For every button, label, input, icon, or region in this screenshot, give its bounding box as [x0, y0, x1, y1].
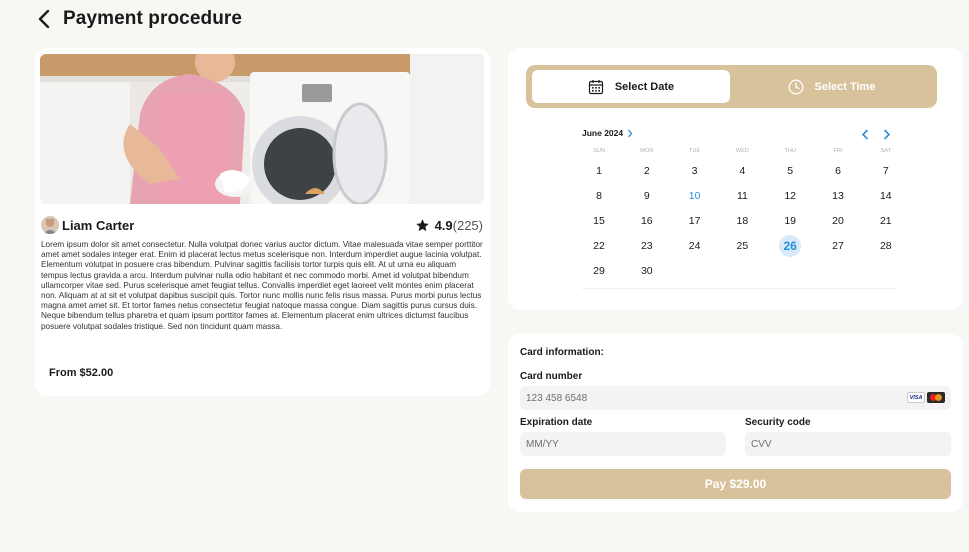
visa-icon: VISA — [907, 392, 925, 403]
calendar-day[interactable]: 6 — [827, 160, 849, 182]
card-number-input[interactable] — [526, 392, 951, 404]
calendar-day[interactable]: 19 — [779, 210, 801, 232]
previous-month-button[interactable] — [860, 129, 870, 140]
page-header: Payment procedure — [38, 8, 242, 30]
month-label[interactable]: June 2024 — [582, 128, 633, 138]
service-description: Lorem ipsum dolor sit amet consectetur. … — [41, 240, 483, 331]
expiration-date-input[interactable] — [526, 438, 726, 450]
service-listing-card: Liam Carter 4.9 (225) Lorem ipsum dolor … — [35, 48, 490, 396]
card-information-title: Card information: — [520, 347, 604, 358]
provider-rating: 4.9 (225) — [415, 218, 483, 233]
calendar-day[interactable]: 9 — [636, 185, 658, 207]
clock-icon — [788, 79, 803, 94]
weekday-header: SUN MON TUE WED THU FRI SAT — [582, 148, 896, 156]
calendar-day[interactable]: 5 — [779, 160, 801, 182]
weekday-label: SAT — [880, 148, 892, 154]
service-price: From $52.00 — [49, 367, 114, 379]
tab-select-time[interactable]: Select Time — [732, 70, 931, 103]
weekday-label: THU — [784, 148, 796, 154]
tab-select-date-label: Select Date — [614, 80, 675, 93]
provider-name: Liam Carter — [62, 217, 135, 233]
calendar-day[interactable]: 23 — [636, 235, 658, 257]
weekday-label: MON — [640, 148, 654, 154]
date-time-toggle: Select Date Select Time — [526, 65, 937, 108]
mastercard-icon — [927, 392, 945, 403]
calendar-header: June 2024 — [582, 128, 896, 142]
calendar-day[interactable]: 27 — [827, 235, 849, 257]
rating-count: (225) — [452, 217, 483, 233]
service-photo — [40, 54, 484, 204]
calendar-day[interactable]: 17 — [684, 210, 706, 232]
weekday-label: SUN — [593, 148, 605, 154]
calendar-day[interactable]: 11 — [731, 185, 753, 207]
calendar-day[interactable]: 15 — [588, 210, 610, 232]
calendar-day[interactable]: 13 — [827, 185, 849, 207]
weekday-label: FRI — [833, 148, 843, 154]
card-number-field[interactable]: VISA — [520, 386, 951, 410]
expiration-date-label: Expiration date — [520, 417, 593, 428]
pay-button[interactable]: Pay $29.00 — [520, 469, 951, 499]
calendar-day[interactable]: 2 — [636, 160, 658, 182]
calendar-day[interactable]: 4 — [731, 160, 753, 182]
calendar-day[interactable]: 21 — [875, 210, 897, 232]
weekday-label: WED — [735, 148, 749, 154]
provider-avatar[interactable] — [41, 216, 59, 234]
next-month-button[interactable] — [882, 129, 892, 140]
card-number-label: Card number — [520, 371, 583, 382]
calendar-day[interactable]: 18 — [731, 210, 753, 232]
calendar-day[interactable]: 28 — [875, 235, 897, 257]
scheduler-card: Select Date Select Time June 2024 SUN MON… — [508, 48, 963, 310]
back-arrow-icon[interactable] — [38, 9, 54, 29]
page-title: Payment procedure — [63, 8, 243, 29]
security-code-field[interactable] — [745, 432, 951, 456]
calendar-day[interactable]: 24 — [684, 235, 706, 257]
calendar-day[interactable]: 8 — [588, 185, 610, 207]
chevron-right-icon — [628, 129, 633, 137]
weekday-label: TUE — [689, 148, 701, 154]
calendar-day-selected[interactable]: 26 — [779, 235, 802, 257]
calendar-day[interactable]: 20 — [827, 210, 849, 232]
calendar-icon — [588, 79, 603, 94]
payment-card: Card information: Card number VISA Expir… — [508, 334, 963, 512]
calendar-day[interactable]: 16 — [636, 210, 658, 232]
calendar: June 2024 SUN MON TUE WED THU FRI SAT 12345678… — [582, 128, 896, 289]
card-brand-logos: VISA — [907, 392, 945, 403]
star-icon — [415, 218, 430, 233]
calendar-day[interactable]: 7 — [875, 160, 897, 182]
calendar-day[interactable]: 10 — [684, 185, 706, 207]
security-code-label: Security code — [745, 417, 811, 428]
calendar-day[interactable]: 30 — [636, 260, 658, 282]
calendar-divider — [582, 288, 896, 289]
security-code-input[interactable] — [751, 438, 951, 450]
provider-row: Liam Carter 4.9 (225) — [41, 215, 483, 235]
calendar-day[interactable]: 12 — [779, 185, 801, 207]
calendar-day[interactable]: 1 — [588, 160, 610, 182]
tab-select-time-label: Select Time — [814, 80, 876, 93]
calendar-day[interactable]: 25 — [731, 235, 753, 257]
calendar-day[interactable]: 3 — [684, 160, 706, 182]
rating-value: 4.9 — [434, 217, 453, 233]
calendar-day[interactable]: 22 — [588, 235, 610, 257]
calendar-day[interactable]: 14 — [875, 185, 897, 207]
calendar-day[interactable]: 29 — [588, 260, 610, 282]
expiration-date-field[interactable] — [520, 432, 726, 456]
tab-select-date[interactable]: Select Date — [532, 70, 730, 103]
month-label-text: June 2024 — [582, 128, 624, 138]
